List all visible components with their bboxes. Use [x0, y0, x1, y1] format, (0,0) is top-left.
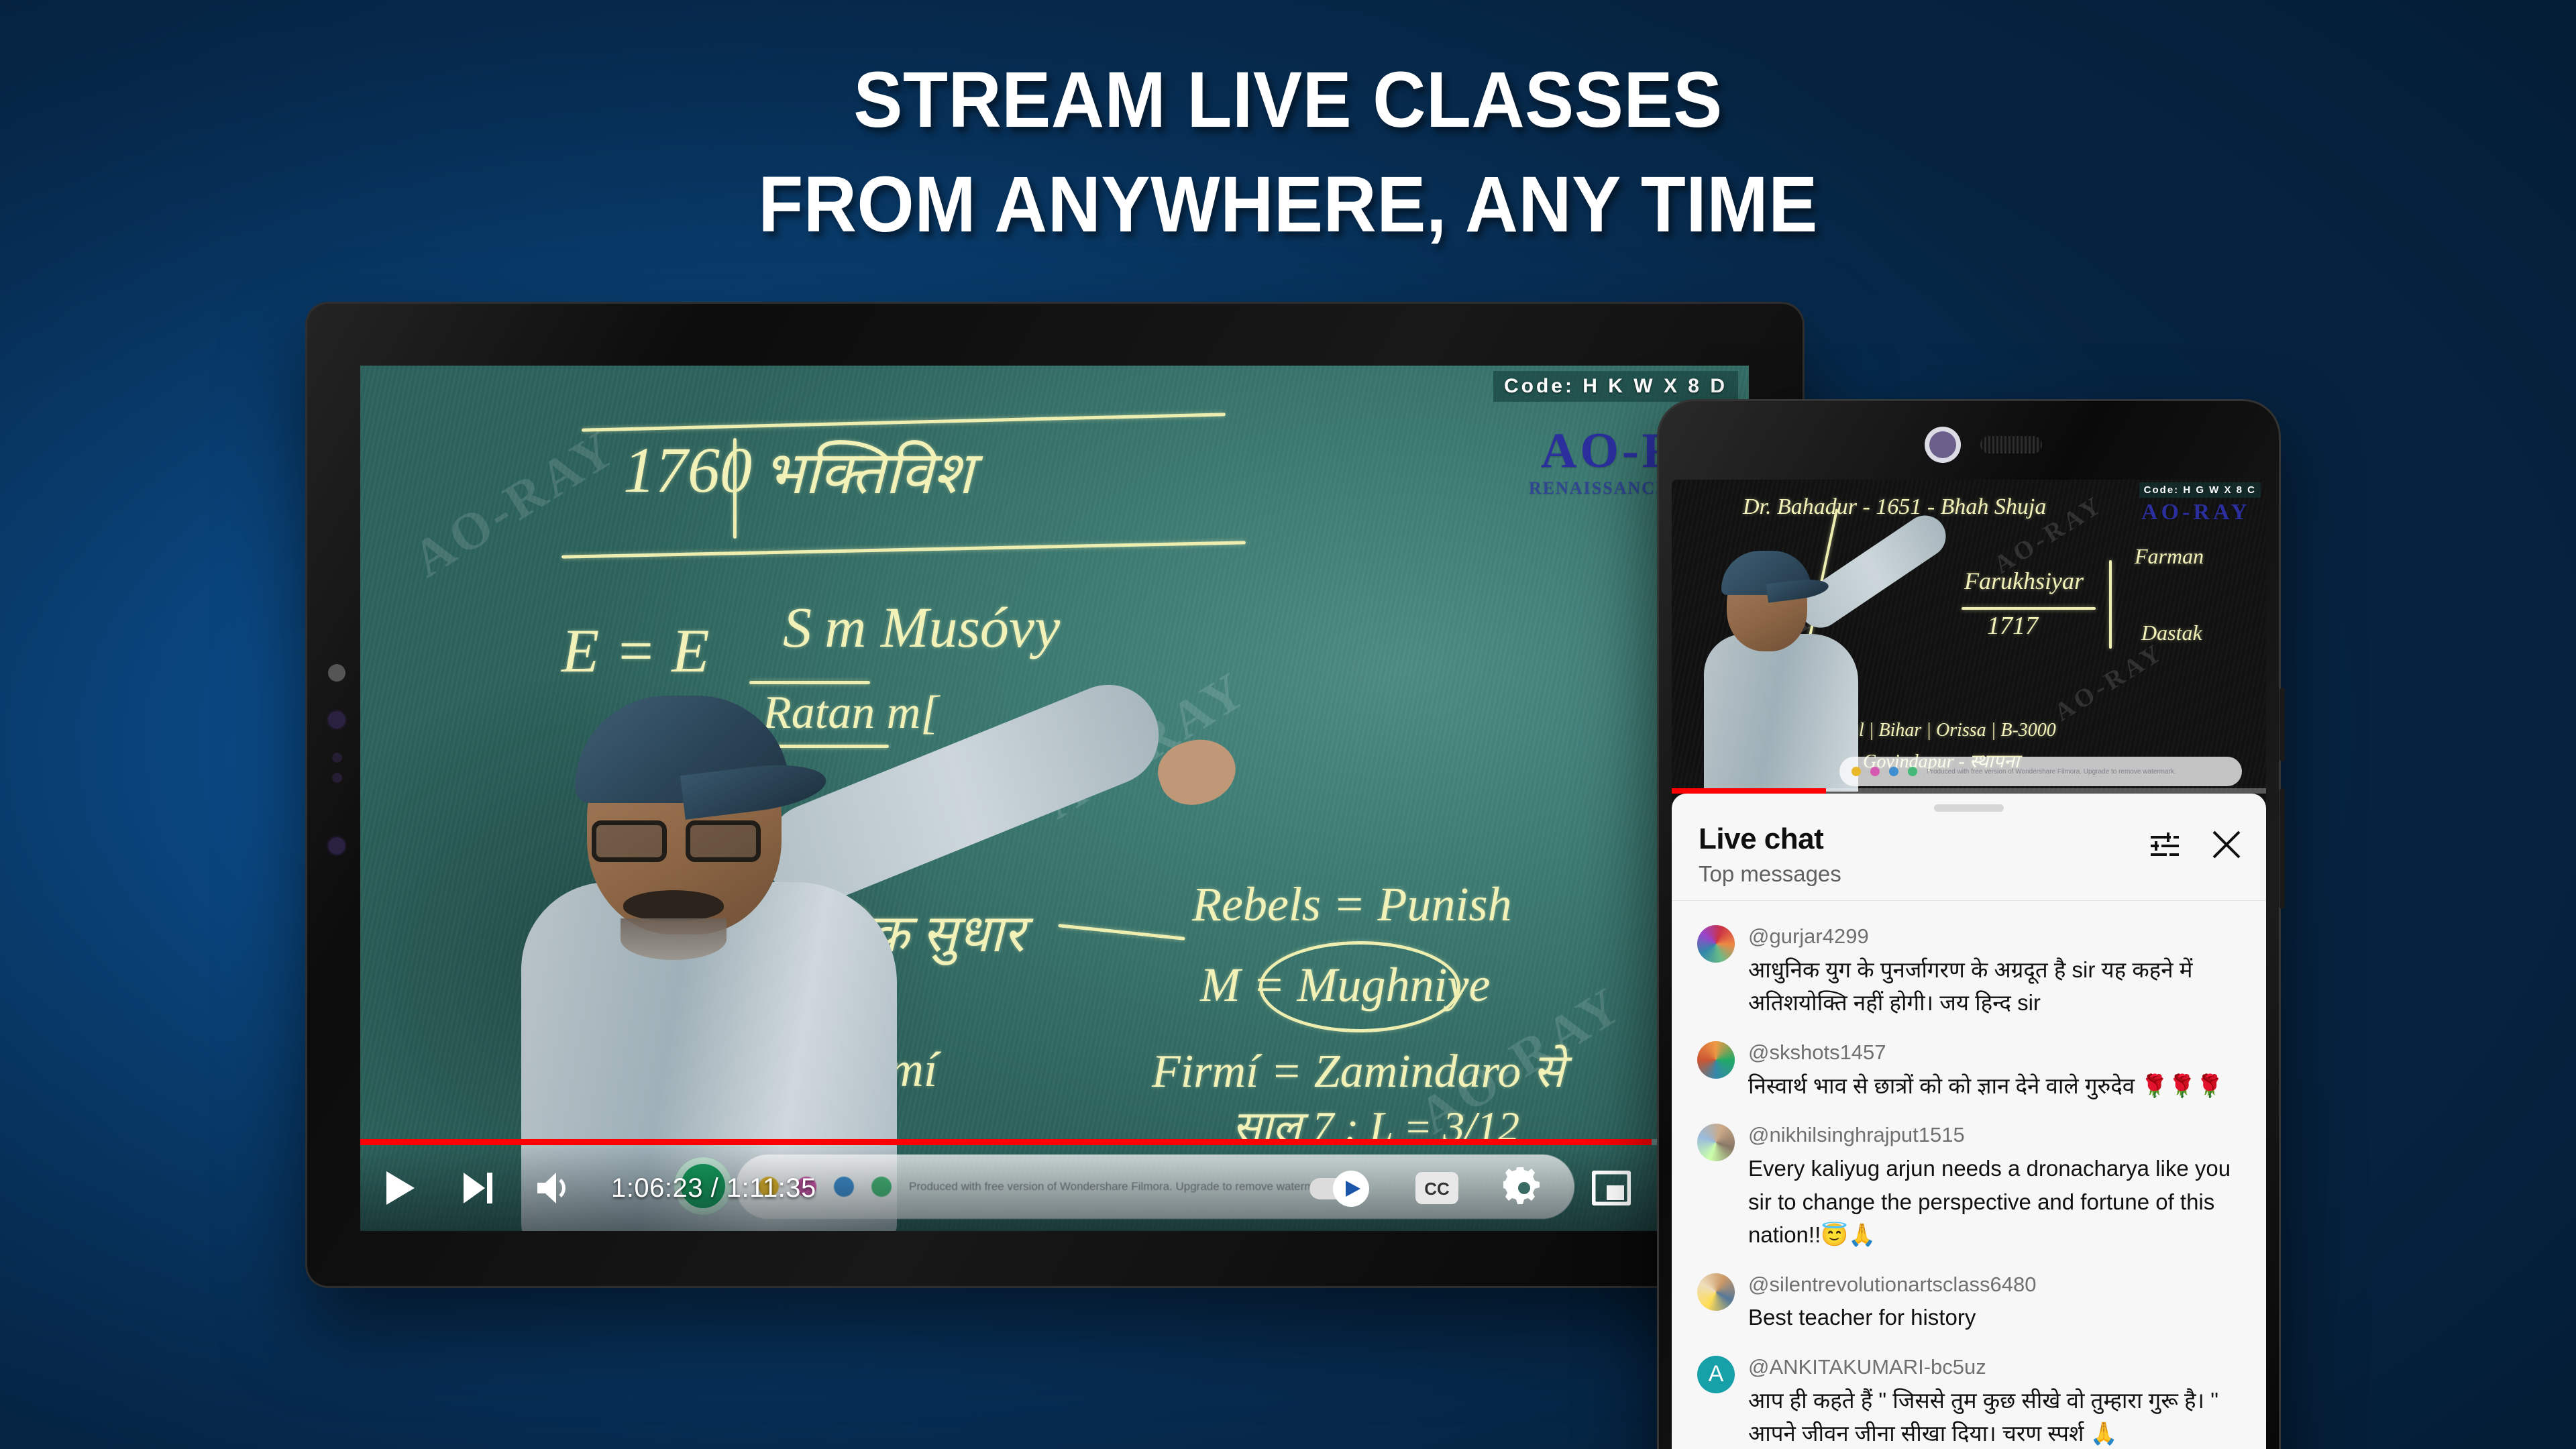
chat-message-text: आधुनिक युग के पुनर्जागरण के अग्रदूत है s…: [1748, 957, 2193, 1016]
chat-subtitle: Top messages: [1699, 861, 1841, 886]
play-button[interactable]: [360, 1148, 439, 1228]
phone-teacher-figure: [1685, 507, 1954, 792]
list-item[interactable]: @gurjar4299 आधुनिक युग के पुनर्जागरण के …: [1672, 913, 2266, 1029]
chat-drag-handle[interactable]: [1934, 804, 2004, 812]
volume-button[interactable]: [515, 1148, 592, 1228]
phone-watermark-banner: Produced with free version of Wondershar…: [1839, 757, 2242, 786]
video-control-bar: 1:06:23 / 1:11:35 CC: [360, 1145, 1749, 1231]
avatar: [1697, 925, 1735, 963]
teacher-mustache: [623, 890, 724, 921]
settings-button[interactable]: [1481, 1148, 1568, 1228]
phone-note-1: Dr. Bahadur - 1651 - Bhah Shuja: [1743, 494, 2047, 519]
chat-header-actions: [2148, 822, 2243, 865]
avatar: [1697, 1040, 1735, 1079]
chat-message-text: आप ही कहते हैं " जिससे तुम कुछ सीखे वो त…: [1748, 1387, 2218, 1446]
phone-banner-dot-2: [1870, 767, 1880, 776]
chat-username[interactable]: @skshots1457: [1748, 1038, 2243, 1067]
phone-note-5: Dastak: [2141, 621, 2202, 645]
phone-banner-dot-3: [1889, 767, 1898, 776]
phone-brace: [2109, 560, 2112, 649]
phone-progress-bar[interactable]: [1672, 788, 2266, 794]
tablet-device: AO-RAY AO-RAY AO-RAY AO-RAY 1760 भक्तिवि…: [305, 302, 1805, 1288]
video-progress-bar[interactable]: [360, 1139, 1749, 1145]
captions-button[interactable]: CC: [1393, 1148, 1481, 1228]
chalk-note-hindi-1: भक्तिविश: [763, 441, 973, 506]
tablet-sensor-1: [329, 712, 344, 727]
chat-message-text: निस्वार्थ भाव से छात्रों को को ज्ञान देन…: [1748, 1073, 2224, 1098]
avatar: [1697, 1273, 1735, 1311]
teacher-glasses: [592, 820, 780, 863]
chalk-circle-mughal: [1259, 941, 1460, 1032]
phone-note-4: Farman: [2135, 544, 2204, 568]
tablet-sensor-3: [332, 773, 342, 783]
tablet-sensor-2: [332, 753, 342, 763]
tablet-front-camera: [328, 664, 345, 682]
headline-line-1: STREAM LIVE CLASSES: [853, 56, 1723, 144]
live-chat-panel: Live chat Top messages @gurjar4299 आधुनि…: [1672, 794, 2266, 1449]
headline-line-2: FROM ANYWHERE, ANY TIME: [758, 160, 1818, 249]
phone-banner-dot-4: [1908, 767, 1917, 776]
chat-username[interactable]: @silentrevolutionartsclass6480: [1748, 1271, 2243, 1299]
chat-title: Live chat: [1699, 822, 1824, 855]
tablet-class-code: Code: H K W X 8 D: [1493, 371, 1738, 402]
phone-chalk-frac: [1962, 607, 2096, 610]
svg-text:CC: CC: [1424, 1179, 1450, 1199]
chalk-divider-vertical: [733, 438, 737, 539]
chat-username[interactable]: @ANKITAKUMARI-bc5uz: [1748, 1353, 2243, 1381]
phone-front-camera: [1929, 431, 1956, 458]
list-item[interactable]: A @ANKITAKUMARI-bc5uz आप ही कहते हैं " ज…: [1672, 1344, 2266, 1449]
chalk-note-firm: Firmí = Zamindaro से: [1152, 1046, 1565, 1097]
list-item[interactable]: @skshots1457 निस्वार्थ भाव से छात्रों को…: [1672, 1029, 2266, 1112]
next-button[interactable]: [439, 1148, 515, 1228]
phone-earpiece: [1980, 436, 2042, 453]
phone-power-button[interactable]: [2279, 688, 2285, 761]
chalk-note-rebels: Rebels = Punish: [1192, 877, 1512, 931]
tablet-screen[interactable]: AO-RAY AO-RAY AO-RAY AO-RAY 1760 भक्तिवि…: [360, 366, 1749, 1231]
phone-volume-button[interactable]: [2279, 788, 2285, 909]
chalk-note-scribble: S m Musóvy: [783, 595, 1061, 659]
miniplayer-button[interactable]: [1568, 1148, 1655, 1228]
phone-progress-fill: [1672, 788, 1827, 794]
phone-class-code: Code: H G W X 8 C: [2139, 482, 2261, 498]
chat-message-list[interactable]: @gurjar4299 आधुनिक युग के पुनर्जागरण के …: [1672, 901, 2266, 1449]
video-time-display: 1:06:23 / 1:11:35: [611, 1173, 816, 1203]
list-item[interactable]: @silentrevolutionartsclass6480 Best teac…: [1672, 1261, 2266, 1344]
chat-message-text: Best teacher for history: [1748, 1305, 1976, 1330]
phone-screen[interactable]: AO-RAY AO-RAY AO-RAY Dr. Bahadur - 1651 …: [1672, 480, 2266, 1449]
video-progress-fill: [360, 1139, 1652, 1145]
tune-icon[interactable]: [2148, 828, 2180, 864]
chat-header: Live chat Top messages: [1672, 812, 2266, 901]
avatar: A: [1697, 1355, 1735, 1393]
chat-message-text: Every kaliyug arjun needs a dronacharya …: [1748, 1156, 2231, 1248]
phone-note-2: Farukhsiyar: [1964, 568, 2084, 594]
avatar: [1697, 1124, 1735, 1162]
chat-username[interactable]: @gurjar4299: [1748, 922, 2243, 951]
page-title: STREAM LIVE CLASSES FROM ANYWHERE, ANY T…: [0, 48, 2576, 258]
phone-device: AO-RAY AO-RAY AO-RAY Dr. Bahadur - 1651 …: [1657, 399, 2285, 1449]
tablet-sensor-4: [329, 839, 344, 853]
autoplay-toggle[interactable]: [1293, 1148, 1393, 1228]
close-icon[interactable]: [2210, 828, 2243, 865]
teacher-beard: [621, 918, 727, 960]
chat-username[interactable]: @nikhilsinghrajput1515: [1748, 1121, 2243, 1149]
phone-aoray-logo: AO-RAY: [2141, 500, 2251, 525]
phone-banner-text: Produced with free version of Wondershar…: [1927, 767, 2176, 775]
list-item[interactable]: @nikhilsinghrajput1515 Every kaliyug arj…: [1672, 1112, 2266, 1260]
phone-video-player[interactable]: AO-RAY AO-RAY AO-RAY Dr. Bahadur - 1651 …: [1672, 480, 2266, 792]
phone-note-3: 1717: [1987, 612, 2038, 640]
phone-banner-dot-1: [1851, 767, 1861, 776]
